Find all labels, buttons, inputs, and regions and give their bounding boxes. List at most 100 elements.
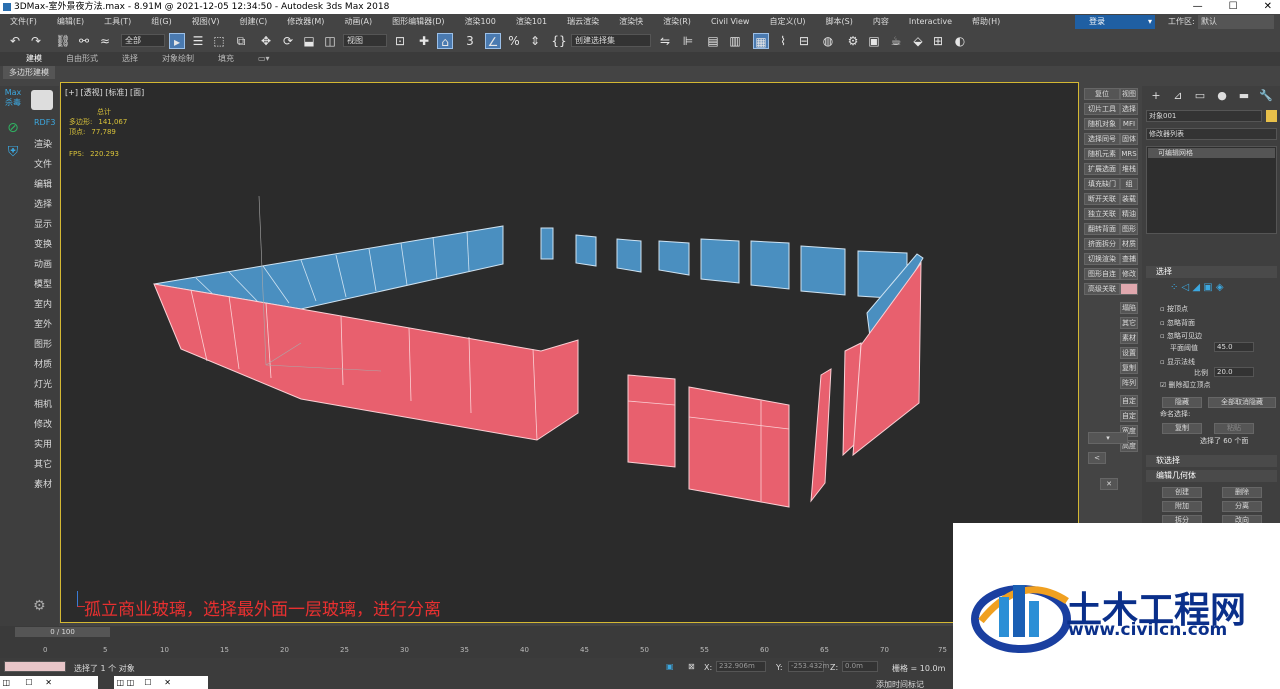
rp-short-mfi[interactable]: MFI: [1120, 118, 1138, 130]
scale-icon[interactable]: ⬓: [301, 33, 317, 49]
rp-short-assets[interactable]: 素材: [1120, 332, 1138, 344]
left-item-file[interactable]: 文件: [34, 157, 52, 170]
y-coord-field[interactable]: -253.432m: [788, 661, 829, 672]
left-item-other[interactable]: 其它: [34, 457, 52, 470]
left-item-transform[interactable]: 变换: [34, 237, 52, 250]
object-name-field[interactable]: 对象001: [1146, 110, 1262, 122]
select-manipulate-icon[interactable]: ✚: [416, 33, 432, 49]
left-item-exterior[interactable]: 室外: [34, 317, 52, 330]
close-button[interactable]: ✕: [1264, 0, 1272, 14]
create-tab-icon[interactable]: +: [1148, 88, 1164, 104]
max-antivirus-label[interactable]: Max 杀毒: [3, 88, 23, 108]
select-object-icon[interactable]: ▸: [169, 33, 185, 49]
modifier-list-dropdown[interactable]: 修改器列表: [1146, 128, 1277, 140]
taskbar-item-2[interactable]: ◫ ◫ ☐ ✕: [114, 676, 208, 689]
rp-btn-expand-face[interactable]: 扩展选面: [1084, 163, 1120, 175]
rendered-frame-icon[interactable]: ▣: [866, 33, 882, 49]
rp-short-other[interactable]: 其它: [1120, 317, 1138, 329]
soft-selection-rollout[interactable]: 软选择: [1146, 455, 1277, 467]
motion-tab-icon[interactable]: ●: [1214, 88, 1230, 104]
maximize-button[interactable]: ☐: [1229, 0, 1238, 14]
layer-explorer-icon[interactable]: ▥: [727, 33, 743, 49]
unlink-icon[interactable]: ⚯: [76, 33, 92, 49]
edit-named-sel-icon[interactable]: {}: [551, 33, 567, 49]
ribbon-toggle-icon[interactable]: ▦: [753, 33, 769, 49]
menu-rendering[interactable]: 渲染(R): [653, 14, 701, 30]
ignore-backface-checkbox[interactable]: ▫ 忽略背面: [1160, 318, 1195, 328]
rp-btn-extrude-split[interactable]: 挤面拆分: [1084, 238, 1120, 250]
menu-edit[interactable]: 编辑(E): [47, 14, 94, 30]
attach-button[interactable]: 附加: [1162, 501, 1202, 512]
move-icon[interactable]: ✥: [258, 33, 274, 49]
perspective-viewport[interactable]: [+] [透视] [标准] [面] 总计 多边形: 141,067 顶点: 77,7…: [60, 82, 1079, 623]
rp-btn-flip-back[interactable]: 翻转背面: [1084, 223, 1120, 235]
rp-btn-select-same[interactable]: 选择同号: [1084, 133, 1120, 145]
menu-customize[interactable]: 自定义(U): [759, 14, 815, 30]
rp-btn-unique-link[interactable]: 独立关联: [1084, 208, 1120, 220]
tab-selection[interactable]: 选择: [110, 52, 150, 66]
menu-help[interactable]: 帮助(H): [962, 14, 1010, 30]
ribbon-options-icon[interactable]: ▭▾: [246, 52, 282, 66]
rp-short-solid[interactable]: 固体: [1120, 133, 1138, 145]
tab-modeling[interactable]: 建模: [14, 52, 54, 66]
subobject-icons[interactable]: ⁘ ◁ ◢ ▣ ◈: [1170, 282, 1224, 293]
scale-spinner[interactable]: 20.0: [1214, 367, 1254, 377]
selection-rollout-header[interactable]: 选择: [1146, 266, 1277, 278]
menu-create[interactable]: 创建(C): [229, 14, 277, 30]
left-item-edit[interactable]: 编辑: [34, 177, 52, 190]
spinner-snap-icon[interactable]: ⇕: [527, 33, 543, 49]
modifier-stack[interactable]: 可编辑网格: [1146, 146, 1277, 234]
left-item-camera[interactable]: 相机: [34, 397, 52, 410]
menu-content[interactable]: 内容: [863, 14, 899, 30]
show-normals-checkbox[interactable]: ▫ 显示法线: [1160, 357, 1195, 367]
left-item-select[interactable]: 选择: [34, 197, 52, 210]
curve-editor-icon[interactable]: ⌇: [775, 33, 791, 49]
menu-group[interactable]: 组(G): [141, 14, 181, 30]
material-editor-icon[interactable]: ◍: [820, 33, 836, 49]
rect-selection-icon[interactable]: ⬚: [211, 33, 227, 49]
mirror-icon[interactable]: ⇋: [657, 33, 673, 49]
window-crossing-icon[interactable]: ⧉: [233, 33, 249, 49]
plugin-logo-icon[interactable]: [31, 90, 53, 110]
login-button[interactable]: 登录 ▾: [1075, 15, 1155, 29]
z-coord-field[interactable]: 0.0m: [842, 661, 878, 672]
x-coord-field[interactable]: 232.906m: [716, 661, 766, 672]
stack-item-editable-mesh[interactable]: 可编辑网格: [1148, 148, 1275, 158]
rp-short-modify[interactable]: 修改: [1120, 268, 1138, 280]
rp-btn-slice[interactable]: 切片工具: [1084, 103, 1120, 115]
subtab-poly-modeling[interactable]: 多边形建模: [3, 66, 55, 79]
align-icon[interactable]: ⊫: [680, 33, 696, 49]
rp-btn-random-elem[interactable]: 随机元素: [1084, 148, 1120, 160]
rp-btn-adv-link[interactable]: 高级关联: [1084, 283, 1120, 295]
unhide-all-button[interactable]: 全部取消隐藏: [1208, 397, 1276, 408]
paste-button[interactable]: 粘贴: [1214, 423, 1254, 434]
close-icon[interactable]: ✕: [1100, 478, 1118, 490]
copy-button[interactable]: 复制: [1162, 423, 1202, 434]
scene-explorer-icon[interactable]: ▤: [705, 33, 721, 49]
rp-short-custom1[interactable]: 自定: [1120, 395, 1138, 407]
menu-graph-editors[interactable]: 图形编辑器(D): [382, 14, 454, 30]
schematic-view-icon[interactable]: ⊟: [796, 33, 812, 49]
rp-btn-reset[interactable]: 复位: [1084, 88, 1120, 100]
delete-isolated-checkbox[interactable]: ☑ 删除孤立顶点: [1160, 380, 1211, 390]
render-production-icon[interactable]: ☕: [888, 33, 904, 49]
coord-mode-icon[interactable]: ⊠: [688, 662, 695, 671]
tab-populate[interactable]: 填充: [206, 52, 246, 66]
settings-gear-icon[interactable]: ⚙: [33, 598, 46, 614]
left-item-display[interactable]: 显示: [34, 217, 52, 230]
chevron-left-icon[interactable]: <: [1088, 452, 1106, 464]
place-icon[interactable]: ◫: [322, 33, 338, 49]
create-button[interactable]: 创建: [1162, 487, 1202, 498]
rp-short-group[interactable]: 组: [1120, 178, 1138, 190]
left-item-material[interactable]: 材质: [34, 357, 52, 370]
detach-button[interactable]: 分离: [1222, 501, 1262, 512]
rp-btn-fill-door[interactable]: 填充缺门: [1084, 178, 1120, 190]
left-item-model[interactable]: 模型: [34, 277, 52, 290]
workspace-dropdown[interactable]: 默认: [1198, 15, 1274, 29]
rp-short-stack[interactable]: 堆栈: [1120, 163, 1138, 175]
rp-btn-toggle-render[interactable]: 切换渲染: [1084, 253, 1120, 265]
scene-geometry[interactable]: [61, 83, 1078, 622]
menu-scripting[interactable]: 脚本(S): [816, 14, 863, 30]
modify-tab-icon[interactable]: ⊿: [1170, 88, 1186, 104]
planar-threshold-spinner[interactable]: 45.0: [1214, 342, 1254, 352]
